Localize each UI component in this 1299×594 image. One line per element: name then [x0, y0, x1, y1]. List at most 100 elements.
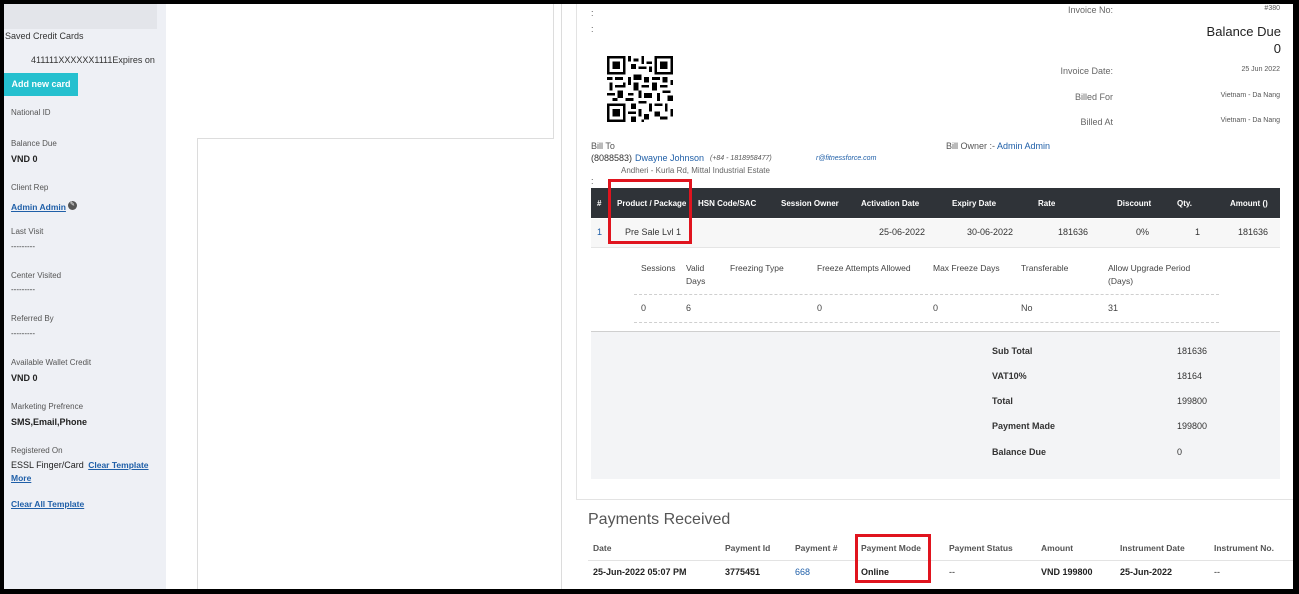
bill-owner-link[interactable]: Admin Admin: [997, 141, 1050, 151]
sub-header-upgrade: Allow Upgrade Period: [1108, 263, 1191, 273]
row-activation-date: 25-06-2022: [879, 227, 926, 237]
sub-max-freeze-value: 0: [933, 303, 939, 313]
wallet-credit-label: Available Wallet Credit: [11, 358, 92, 367]
payments-divider: [588, 560, 1293, 561]
bill-to-address: Andheri - Kurla Rd, Mittal Industrial Es…: [621, 166, 770, 175]
bill-owner-row: Bill Owner :- Admin Admin: [946, 141, 1050, 151]
row-qty: 1: [1195, 227, 1201, 237]
pay-number-link[interactable]: 668: [795, 567, 810, 577]
add-new-card-button[interactable]: Add new card: [4, 73, 78, 96]
row-amount: 181636: [1238, 227, 1269, 237]
pay-amount: VND 199800: [1041, 567, 1093, 577]
sub-header-days: Days: [686, 276, 706, 286]
sub-header-upgrade-days: (Days): [1108, 276, 1134, 286]
payments-received-title: Payments Received: [588, 511, 731, 528]
pay-date: 25-Jun-2022 05:07 PM: [593, 567, 687, 577]
national-id-label: National ID: [11, 108, 51, 117]
sub-freeze-attempts-value: 0: [817, 303, 823, 313]
invoice-date-value: 25 Jun 2022: [1241, 66, 1280, 73]
client-rep-row: Admin Admin ✎: [11, 197, 77, 215]
marketing-preference-label: Marketing Prefrence: [11, 402, 84, 411]
invoice-no-value: #380: [1264, 5, 1280, 12]
sub-table-divider: [634, 294, 1219, 295]
bill-to-name-link[interactable]: Dwayne Johnson: [635, 153, 704, 163]
row-rate: 181636: [1058, 227, 1089, 237]
pay-id: 3775451: [725, 567, 761, 577]
payment-made-label: Payment Made: [992, 421, 1056, 431]
col-header-session-owner: Session Owner: [781, 199, 839, 208]
pay-header-instrument-date: Instrument Date: [1120, 543, 1185, 553]
pay-header-payment-status: Payment Status: [949, 543, 1013, 553]
total-label: Total: [992, 396, 1013, 406]
sub-table-divider: [634, 322, 1219, 323]
saved-cards-label: Saved Credit Cards: [5, 31, 84, 41]
subtotal-value: 181636: [1177, 346, 1208, 356]
col-header-index: #: [597, 199, 602, 208]
billed-for-label: Billed For: [1074, 92, 1113, 102]
last-visit-value: ---------: [11, 242, 35, 251]
saved-card-number: 411111XXXXXX1111Expires on: [31, 55, 155, 65]
invoice-date-label: Invoice Date:: [1060, 66, 1113, 76]
bill-owner-label: Bill Owner :-: [946, 141, 996, 151]
colon-mark: :: [591, 176, 594, 186]
wallet-credit-value: VND 0: [11, 373, 38, 383]
pay-header-instrument-no: Instrument No.: [1214, 543, 1274, 553]
subtotal-label: Sub Total: [992, 346, 1033, 356]
colon-mark: :: [591, 8, 594, 18]
billed-for-value: Vietnam - Da Nang: [1220, 92, 1280, 99]
sub-valid-days-value: 6: [686, 303, 692, 313]
clear-all-template-link[interactable]: Clear All Template: [11, 499, 84, 509]
center-visited-label: Center Visited: [11, 271, 62, 280]
sub-header-max-freeze: Max Freeze Days: [933, 263, 1000, 273]
blank-content-panel: [197, 4, 554, 139]
pay-status: --: [949, 567, 955, 577]
sub-sessions-value: 0: [641, 303, 647, 313]
client-rep-label: Client Rep: [11, 183, 49, 192]
vat-label: VAT10%: [992, 371, 1027, 381]
registered-on-label: Registered On: [11, 446, 63, 455]
pay-header-date: Date: [593, 543, 612, 553]
bill-to-code: (8088583): [591, 153, 633, 163]
balance-due-label: Balance Due: [11, 139, 57, 148]
marketing-preference-value: SMS,Email,Phone: [11, 417, 88, 427]
total-value: 199800: [1177, 396, 1208, 406]
referred-by-value: ---------: [11, 329, 35, 338]
row-index: 1: [597, 227, 603, 237]
invoice-no-label: Invoice No:: [1067, 5, 1113, 15]
qr-code-icon: [607, 56, 673, 122]
pay-instrument-date: 25-Jun-2022: [1120, 567, 1173, 577]
balance-due-value: VND 0: [11, 154, 38, 164]
col-header-activation: Activation Date: [861, 199, 920, 208]
sub-upgrade-value: 31: [1108, 303, 1119, 313]
col-header-expiry: Expiry Date: [952, 199, 997, 208]
payment-made-value: 199800: [1177, 421, 1208, 431]
sub-transferable-value: No: [1021, 303, 1033, 313]
pay-header-payment-id: Payment Id: [725, 543, 771, 553]
bill-to-phone: (+84 - 1818958477): [710, 155, 772, 162]
sub-header-transferable: Transferable: [1021, 263, 1069, 273]
col-header-hsn: HSN Code/SAC: [698, 199, 757, 208]
balance-due-amount: 0: [1273, 41, 1281, 56]
row-discount: 0%: [1136, 227, 1150, 237]
clear-template-link[interactable]: Clear Template: [88, 460, 148, 470]
more-link[interactable]: More: [11, 473, 31, 483]
bill-to-email[interactable]: r@fitnessforce.com: [816, 155, 876, 162]
row-expiry-date: 30-06-2022: [967, 227, 1014, 237]
registered-on-value: ESSL Finger/Card: [11, 460, 84, 470]
colon-mark: :: [591, 24, 594, 34]
last-visit-label: Last Visit: [11, 227, 44, 236]
totals-balance-due-label: Balance Due: [992, 447, 1047, 457]
sub-header-valid: Valid: [686, 263, 705, 273]
sub-header-freezing-type: Freezing Type: [730, 263, 784, 273]
totals-balance-due-value: 0: [1177, 447, 1183, 457]
balance-due-title: Balance Due: [1206, 24, 1281, 39]
billed-at-value: Vietnam - Da Nang: [1220, 117, 1280, 124]
referred-by-label: Referred By: [11, 314, 54, 323]
sidebar-top-bar: [4, 4, 157, 29]
col-header-rate: Rate: [1038, 199, 1056, 208]
edit-icon[interactable]: ✎: [67, 201, 77, 211]
billed-at-label: Billed At: [1080, 117, 1113, 127]
vat-value: 18164: [1177, 371, 1203, 381]
client-rep-link[interactable]: Admin Admin: [11, 202, 66, 212]
pay-header-payment-no: Payment #: [795, 543, 838, 553]
